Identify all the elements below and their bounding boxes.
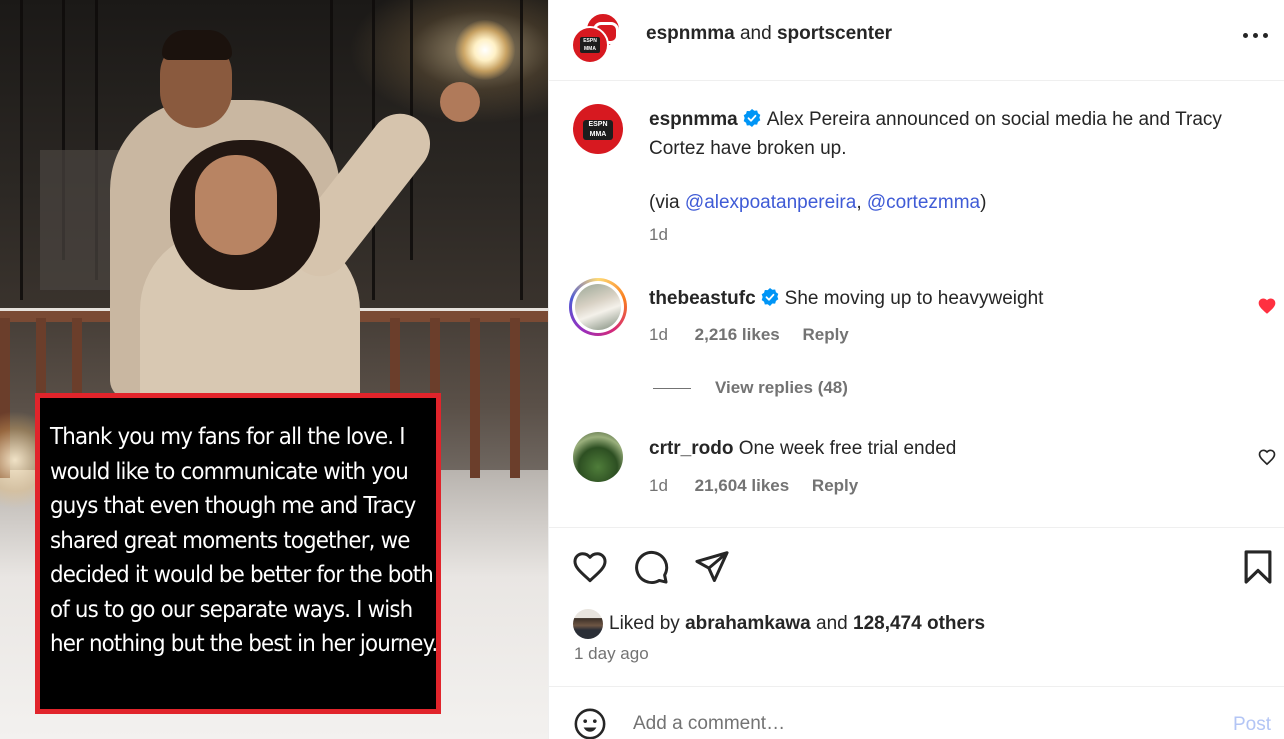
heart-filled-icon[interactable] [1257,296,1277,316]
comment-reply-button[interactable]: Reply [802,325,848,344]
woman-face [195,155,277,255]
caption-via-line: (via @alexpoatanpereira, @cortezmma) [649,188,986,217]
comment-text: One week free trial ended [738,438,957,459]
via-separator: , [856,192,867,213]
comment-input[interactable] [633,713,1193,735]
header-account-espnmma[interactable]: espnmma [646,23,735,44]
liked-by-prefix: Liked by [609,613,680,634]
header-joiner: and [739,23,772,44]
comment-time[interactable]: 1d [649,476,668,495]
tree-trunk [20,0,23,300]
caption-username[interactable]: espnmma [649,109,738,130]
emoji-icon[interactable] [573,707,607,739]
comment-avatar-crtr_rodo[interactable] [573,432,623,482]
collab-avatars[interactable]: ESPN MMA [571,12,623,64]
view-replies-label: View replies (48) [715,378,848,397]
more-horizontal-icon[interactable] [1243,33,1269,39]
bookmark-save-icon[interactable] [1239,548,1277,586]
liked-by-avatar[interactable] [573,609,603,639]
comment-time[interactable]: 1d [649,325,668,344]
heart-outline-icon[interactable] [1257,447,1277,467]
via-prefix: (via [649,192,685,213]
story-caption-box: Thank you my fans for all the love. I wo… [35,393,441,714]
comment-likes[interactable]: 2,216 likes [695,325,780,344]
post-caption: espnmma Alex Pereira announced on social … [649,105,1249,163]
comment-likes[interactable]: 21,604 likes [695,476,790,495]
header-account-sportscenter[interactable]: sportscenter [777,23,892,44]
post-image[interactable]: Thank you my fans for all the love. I wo… [0,0,548,739]
avatar-badge-bottom: MMA [589,131,607,138]
caption-author-avatar[interactable]: ESPN MMA [573,104,623,154]
comment-bubble-icon[interactable] [632,548,670,586]
tree-trunk [520,0,523,300]
comment-username[interactable]: crtr_rodo [649,438,733,459]
liked-by-joiner: and [816,613,848,634]
avatar-badge-bottom: MMA [584,46,596,52]
liked-by-user[interactable]: abrahamkawa [685,613,811,634]
comment-meta: 1d 2,216 likes Reply [649,325,849,345]
comment-thebeastufc: thebeastufc She moving up to heavyweight [649,284,1043,313]
espnmma-avatar-small[interactable]: ESPN MMA [571,26,609,64]
liked-by-line: Liked by abrahamkawa and 128,474 others [609,613,985,635]
comment-crtr_rodo: crtr_rodo One week free trial ended [649,434,956,463]
add-comment-bar: Post [549,686,1284,739]
mention-cortezmma[interactable]: @cortezmma [867,192,980,213]
avatar-badge-top: ESPN [583,38,597,44]
comment-meta: 1d 21,604 likes Reply [649,476,858,496]
verified-badge-icon [761,288,778,306]
mention-alexpoatanpereira[interactable]: @alexpoatanpereira [685,192,856,213]
verified-badge-icon [743,109,761,127]
like-heart-icon[interactable] [571,548,609,586]
post-header: ESPN MMA espnmma and sportscenter [549,0,1284,81]
man-hair [162,30,232,60]
post-comment-button[interactable]: Post [1233,714,1271,736]
share-send-icon[interactable] [693,548,731,586]
view-replies-button[interactable]: View replies (48) [653,378,848,398]
replies-divider-line [653,388,691,390]
post-actions: Liked by abrahamkawa and 128,474 others … [549,527,1284,686]
sparkler-glow [455,20,515,80]
post-header-title: espnmma and sportscenter [646,23,892,45]
post-details-panel: ESPN MMA espnmma and sportscenter ESPN M… [548,0,1284,739]
caption-timestamp[interactable]: 1d [649,225,668,245]
via-suffix: ) [980,192,987,213]
comment-text: She moving up to heavyweight [784,288,1044,309]
liked-by-others[interactable]: 128,474 others [853,613,985,634]
comment-username[interactable]: thebeastufc [649,288,756,309]
comment-reply-button[interactable]: Reply [812,476,858,495]
woman-hand [440,82,480,122]
comment-avatar-thebeastufc[interactable] [569,278,627,336]
story-caption-text: Thank you my fans for all the love. I wo… [50,424,438,657]
post-date[interactable]: 1 day ago [574,644,649,664]
avatar-badge-top: ESPN [588,121,608,128]
